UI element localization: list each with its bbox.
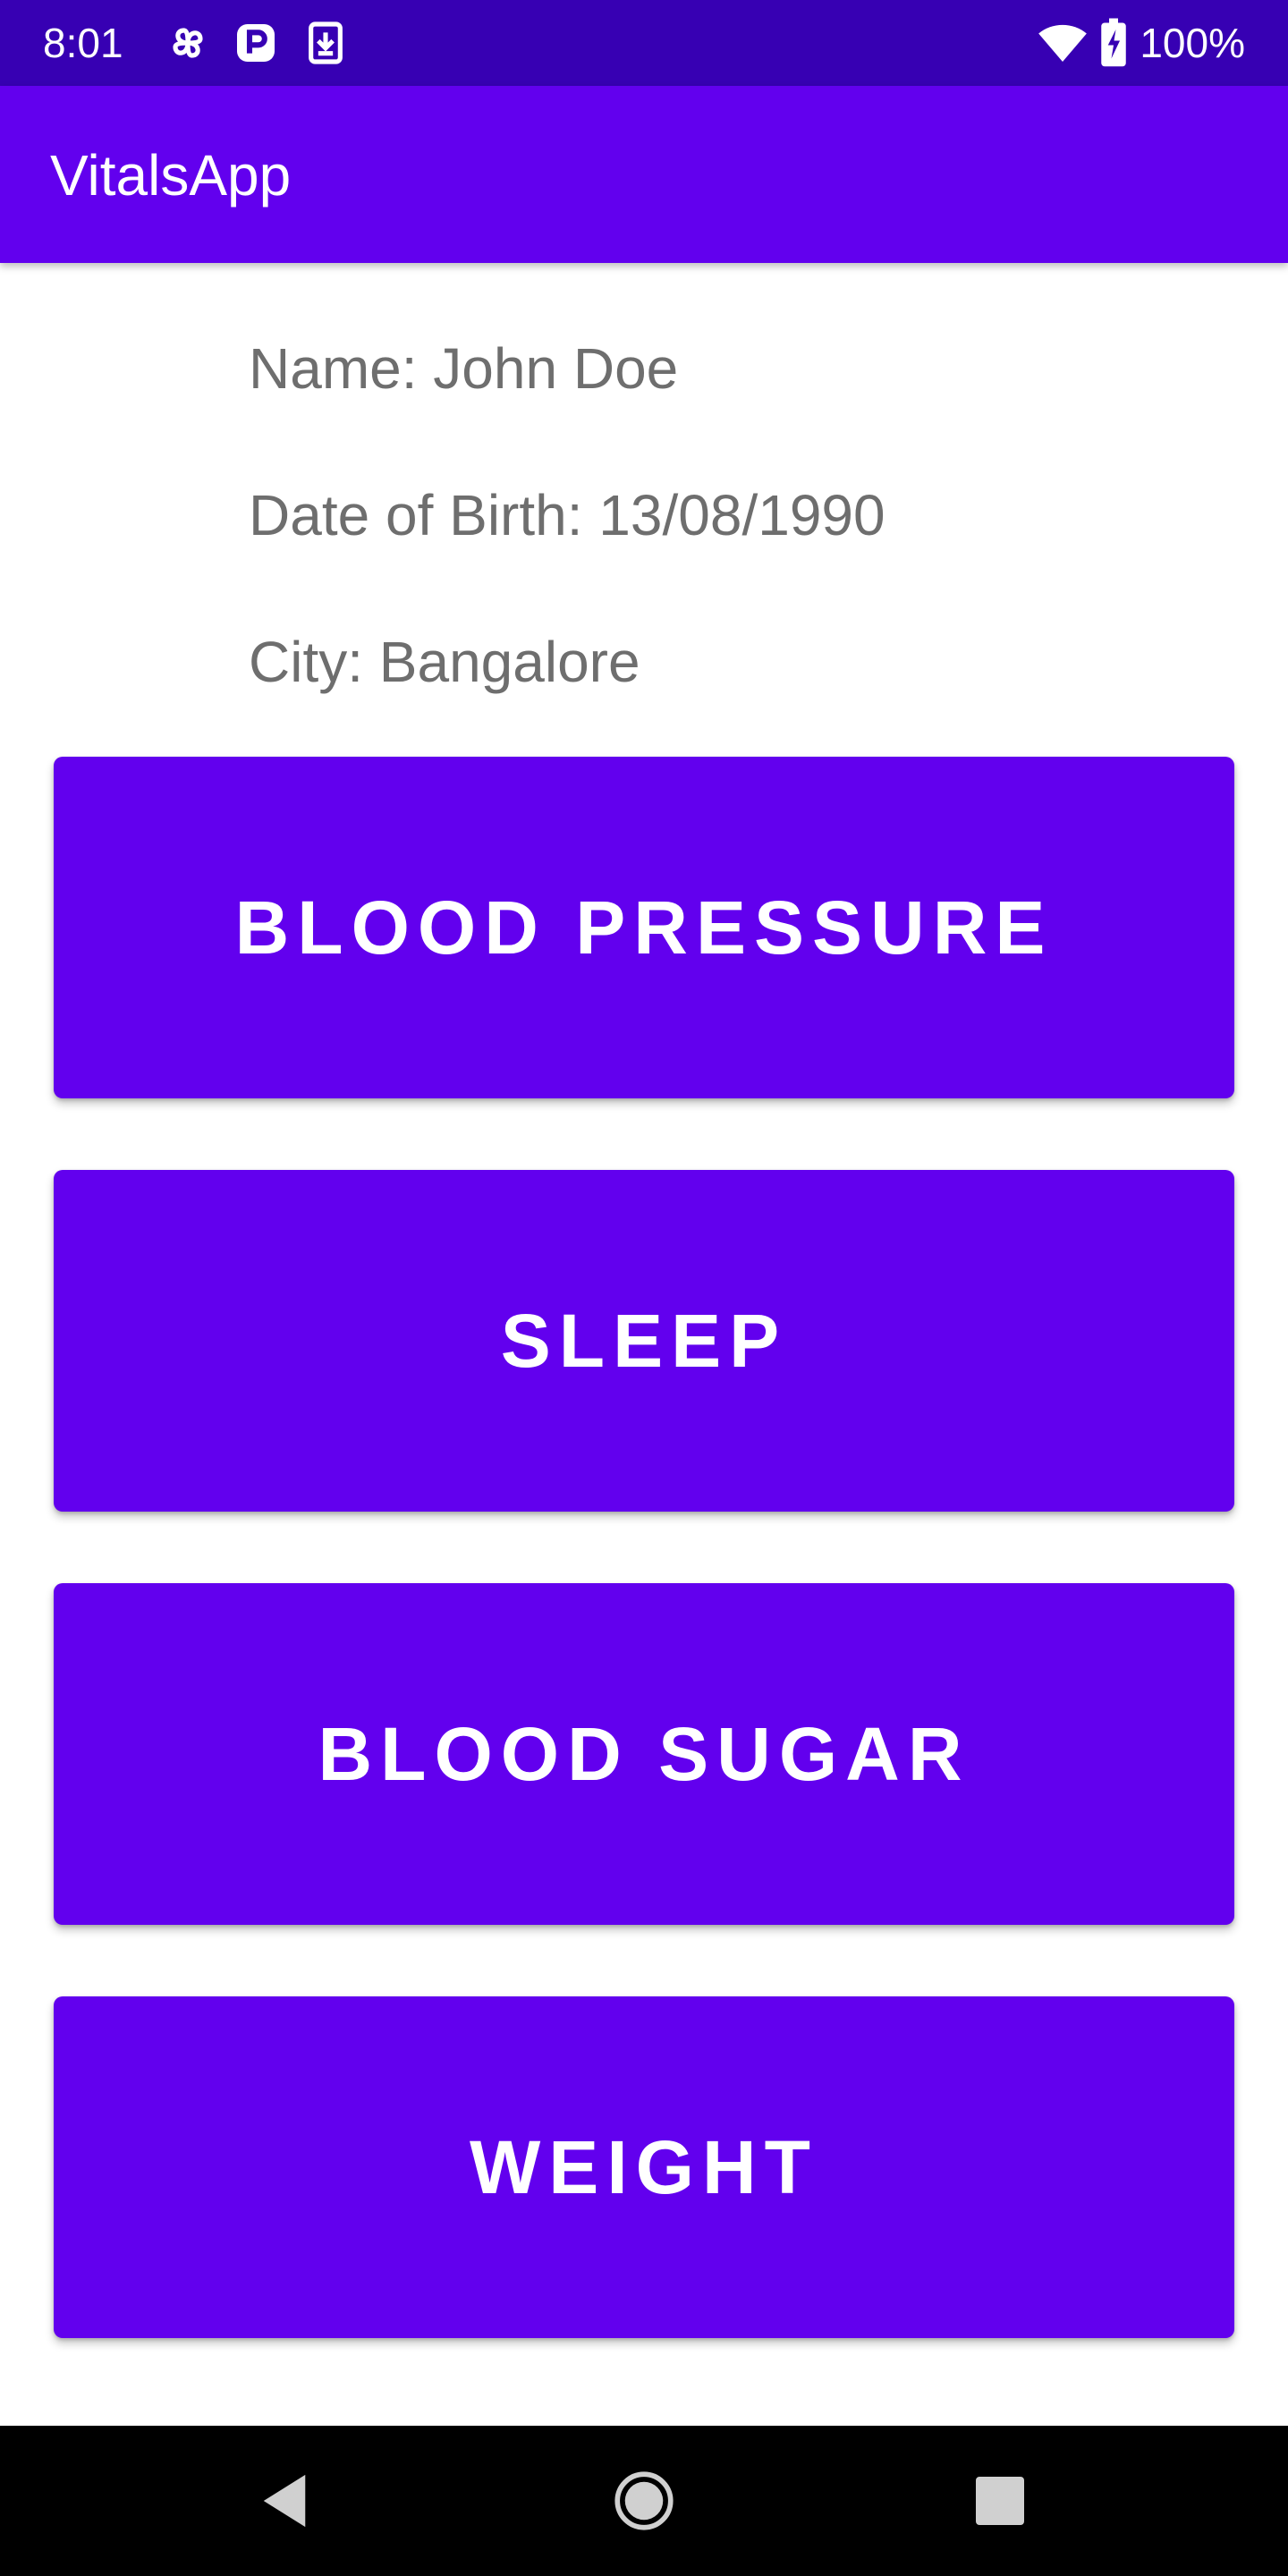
navigation-bar [0, 2426, 1288, 2576]
weight-button[interactable]: WEIGHT [54, 1996, 1234, 2338]
recents-button[interactable] [964, 2465, 1036, 2537]
status-time: 8:01 [43, 20, 123, 66]
blood-pressure-button[interactable]: BLOOD PRESSURE [54, 757, 1234, 1098]
pinwheel-icon [173, 28, 203, 58]
profile-city: City: Bangalore [249, 630, 640, 694]
blood-sugar-button[interactable]: BLOOD SUGAR [54, 1583, 1234, 1925]
status-bar: 8:01 100% [0, 0, 1288, 86]
battery-percentage: 100% [1140, 20, 1245, 66]
app-title: VitalsApp [50, 143, 292, 208]
battery-charging-icon [1101, 18, 1127, 67]
status-right-group: 100% [1038, 16, 1245, 70]
wifi-icon [1038, 24, 1088, 62]
back-button[interactable] [249, 2465, 320, 2537]
download-icon [309, 21, 343, 64]
parking-p-icon [237, 24, 275, 62]
home-icon [614, 2471, 674, 2530]
back-icon [263, 2474, 306, 2528]
home-button[interactable] [608, 2465, 680, 2537]
profile-name: Name: John Doe [249, 336, 679, 401]
recents-icon [976, 2477, 1024, 2525]
profile-dob: Date of Birth: 13/08/1990 [249, 483, 886, 547]
sleep-button[interactable]: SLEEP [54, 1170, 1234, 1512]
app-bar: VitalsApp [0, 86, 1288, 263]
